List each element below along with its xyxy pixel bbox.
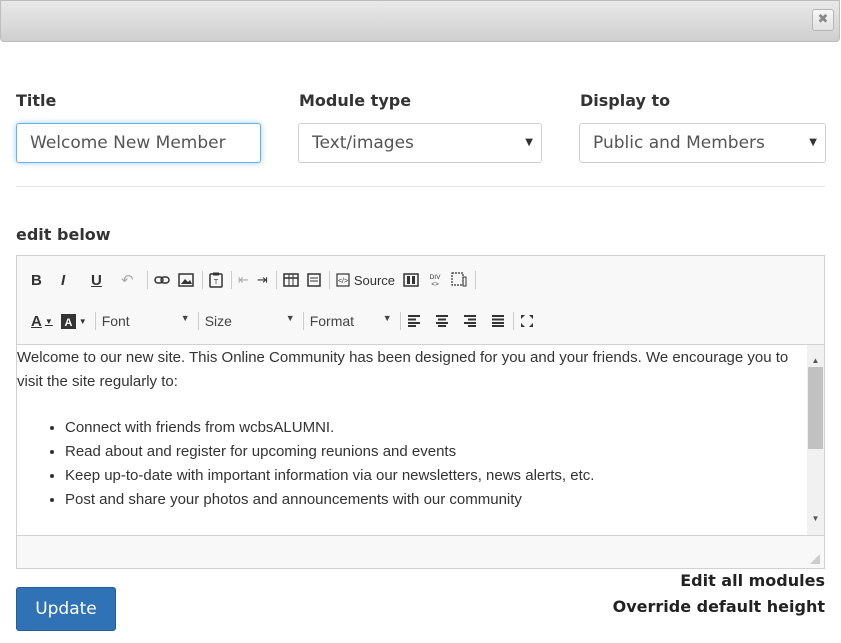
display-to-select[interactable]: Public and Members ▼ <box>579 123 826 163</box>
rich-text-editor: B I U ↶ T ⇤ ⇥ </> Source DIV <> A ▼ A ▼ … <box>16 255 825 569</box>
override-default-height-link[interactable]: Override default height <box>613 597 825 616</box>
divider <box>16 186 825 187</box>
close-icon: ✖ <box>817 12 829 27</box>
div-container-icon[interactable]: DIV <> <box>427 272 443 288</box>
title-label: Title <box>16 91 57 110</box>
size-combo[interactable]: Size ▼ <box>205 313 295 329</box>
display-to-label: Display to <box>580 91 671 110</box>
italic-button[interactable]: I <box>61 272 83 289</box>
svg-text:A: A <box>64 317 72 329</box>
chevron-down-icon: ▼ <box>285 313 295 323</box>
chevron-down-icon: ▼ <box>44 316 53 326</box>
undo-icon[interactable]: ↶ <box>121 271 139 289</box>
image-icon[interactable] <box>178 273 194 287</box>
iframe-icon[interactable] <box>451 272 467 288</box>
chevron-down-icon: ▼ <box>382 313 392 323</box>
edit-below-label: edit below <box>16 225 111 244</box>
update-button[interactable]: Update <box>16 587 116 631</box>
svg-text:T: T <box>214 279 219 286</box>
chevron-down-icon: ▼ <box>809 137 817 148</box>
align-center-icon[interactable] <box>435 315 449 327</box>
module-type-label: Module type <box>299 91 412 110</box>
format-combo-label: Format <box>309 313 355 329</box>
content-scrollbar[interactable]: ▲ ▼ <box>807 345 824 535</box>
scrollbar-thumb[interactable] <box>808 367 823 449</box>
source-button[interactable]: </> Source <box>336 273 395 288</box>
font-combo[interactable]: Font ▼ <box>102 313 190 329</box>
svg-text:DIV: DIV <box>430 274 442 281</box>
resize-handle[interactable] <box>810 554 820 564</box>
list-item: Keep up-to-date with important informati… <box>65 464 824 488</box>
source-label: Source <box>353 272 396 288</box>
columns-icon[interactable] <box>403 273 419 287</box>
paste-text-icon[interactable]: T <box>209 272 223 288</box>
chevron-down-icon: ▼ <box>78 316 87 326</box>
link-icon[interactable] <box>154 274 170 286</box>
module-type-value: Text/images <box>312 133 414 153</box>
chevron-down-icon: ▼ <box>525 137 533 148</box>
format-combo[interactable]: Format ▼ <box>310 313 392 329</box>
table-icon[interactable] <box>283 273 299 287</box>
outdent-icon[interactable]: ⇤ <box>238 272 249 288</box>
editor-content-area[interactable]: Welcome to our new site. This Online Com… <box>17 345 824 535</box>
font-combo-label: Font <box>101 313 130 329</box>
justify-icon[interactable] <box>491 315 505 327</box>
bullet-list: Connect with friends from wcbsALUMNI. Re… <box>17 416 824 512</box>
size-combo-label: Size <box>204 313 232 329</box>
edit-all-modules-link[interactable]: Edit all modules <box>680 571 825 590</box>
title-input[interactable]: Welcome New Member <box>16 123 261 163</box>
editor-toolbar: B I U ↶ T ⇤ ⇥ </> Source DIV <> A ▼ A ▼ … <box>17 256 824 345</box>
dialog-header: ✖ <box>0 0 840 42</box>
title-input-value: Welcome New Member <box>30 133 226 153</box>
bg-color-button[interactable]: A ▼ <box>60 313 87 329</box>
module-type-select[interactable]: Text/images ▼ <box>298 123 542 163</box>
intro-paragraph: Welcome to our new site. This Online Com… <box>17 349 789 390</box>
align-left-icon[interactable] <box>407 315 421 327</box>
template-icon[interactable] <box>307 273 321 287</box>
display-to-value: Public and Members <box>593 133 765 153</box>
text-color-button[interactable]: A ▼ <box>31 313 53 330</box>
align-right-icon[interactable] <box>463 315 477 327</box>
indent-icon[interactable]: ⇥ <box>257 272 268 288</box>
maximize-icon[interactable] <box>520 314 534 328</box>
list-item: Post and share your photos and announcem… <box>65 488 824 512</box>
scroll-down-icon[interactable]: ▼ <box>807 507 824 531</box>
chevron-down-icon: ▼ <box>180 313 190 323</box>
list-item: Connect with friends from wcbsALUMNI. <box>65 416 824 440</box>
bold-button[interactable]: B <box>31 272 53 289</box>
svg-text:<>: <> <box>431 281 439 288</box>
list-item: Read about and register for upcoming reu… <box>65 440 824 464</box>
svg-text:</>: </> <box>338 278 348 285</box>
editor-statusbar <box>17 535 824 568</box>
underline-button[interactable]: U <box>91 272 113 289</box>
close-button[interactable]: ✖ <box>812 9 834 31</box>
